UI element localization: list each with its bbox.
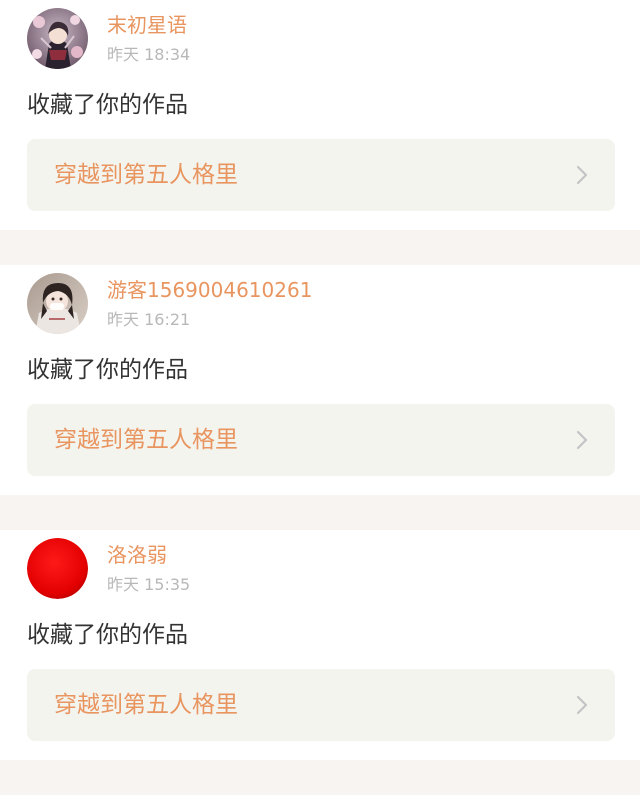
section-divider <box>0 760 640 795</box>
anime-character-avatar <box>27 8 88 69</box>
username[interactable]: 游客1569004610261 <box>107 277 312 303</box>
action-text: 收藏了你的作品 <box>27 92 188 118</box>
chevron-right-icon <box>575 430 589 450</box>
section-divider <box>0 495 640 530</box>
section-divider <box>0 230 640 265</box>
username[interactable]: 洛洛弱 <box>107 542 167 568</box>
notification-feed: 末初星语 昨天 18:34 收藏了你的作品 穿越到第五人格里 游客1569004… <box>0 0 640 795</box>
work-link-card[interactable]: 穿越到第五人格里 <box>27 139 615 211</box>
anime-character-avatar <box>27 273 88 334</box>
action-text: 收藏了你的作品 <box>27 622 188 648</box>
chevron-right-icon <box>575 165 589 185</box>
username[interactable]: 末初星语 <box>107 12 187 38</box>
work-link-card[interactable]: 穿越到第五人格里 <box>27 404 615 476</box>
timestamp: 昨天 15:35 <box>107 575 191 594</box>
red-circle-avatar <box>27 538 88 599</box>
work-title: 穿越到第五人格里 <box>54 162 238 188</box>
notification-item: 游客1569004610261 昨天 16:21 收藏了你的作品 穿越到第五人格… <box>0 265 640 495</box>
timestamp: 昨天 16:21 <box>107 310 191 329</box>
work-link-card[interactable]: 穿越到第五人格里 <box>27 669 615 741</box>
action-text: 收藏了你的作品 <box>27 357 188 383</box>
notification-item: 洛洛弱 昨天 15:35 收藏了你的作品 穿越到第五人格里 <box>0 530 640 760</box>
work-title: 穿越到第五人格里 <box>54 692 238 718</box>
user-avatar[interactable] <box>27 538 88 599</box>
work-title: 穿越到第五人格里 <box>54 427 238 453</box>
notification-item: 末初星语 昨天 18:34 收藏了你的作品 穿越到第五人格里 <box>0 0 640 230</box>
user-avatar[interactable] <box>27 8 88 69</box>
user-avatar[interactable] <box>27 273 88 334</box>
timestamp: 昨天 18:34 <box>107 45 191 64</box>
chevron-right-icon <box>575 695 589 715</box>
